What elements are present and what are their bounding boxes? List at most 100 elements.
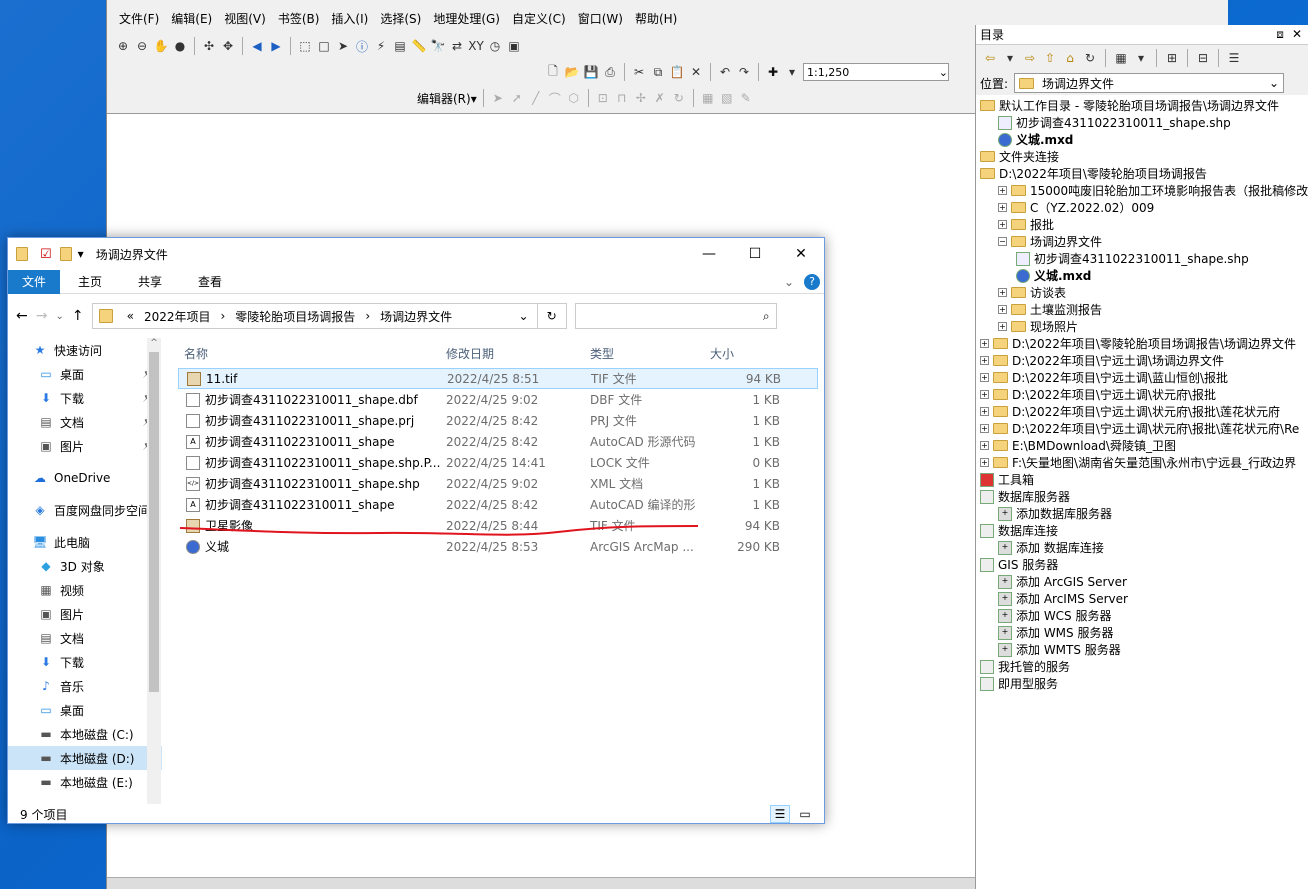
breadcrumb-item[interactable]: 2022年项目: [144, 308, 211, 325]
tree-item[interactable]: 即用型服务: [976, 675, 1308, 692]
help-icon[interactable]: ?: [804, 273, 820, 290]
add-data-dropdown-icon[interactable]: ▾: [784, 64, 800, 80]
zoom-out-icon[interactable]: ⊖: [134, 38, 150, 54]
expand-icon[interactable]: +: [998, 186, 1007, 195]
forward-extent-icon[interactable]: ▶: [268, 38, 284, 54]
tree-item[interactable]: +15000吨废旧轮胎加工环境影响报告表（报批稿修改: [976, 182, 1308, 199]
back-arrow-icon[interactable]: ←: [16, 308, 28, 324]
chevron-down-icon[interactable]: ⌄: [519, 309, 537, 323]
details-icon[interactable]: ☰: [1226, 50, 1242, 66]
recent-dropdown-icon[interactable]: ⌄: [55, 311, 63, 322]
forward-arrow-icon[interactable]: →: [36, 308, 48, 324]
measure-icon[interactable]: 📏: [411, 38, 427, 54]
expand-icon[interactable]: +: [980, 373, 989, 382]
expand-icon[interactable]: +: [980, 339, 989, 348]
views-icon[interactable]: ▦: [1113, 50, 1129, 66]
tree-item[interactable]: 义城.mxd: [976, 131, 1308, 148]
connect-folder-icon[interactable]: ⊞: [1164, 50, 1180, 66]
zoom-in-icon[interactable]: ⊕: [115, 38, 131, 54]
file-row[interactable]: 初步调查4311022310011_shape.dbf 2022/4/25 9:0…: [178, 389, 818, 410]
expand-icon[interactable]: +: [980, 407, 989, 416]
delete-icon[interactable]: ✕: [688, 64, 704, 80]
add-data-icon[interactable]: ✚: [765, 64, 781, 80]
tree-item[interactable]: + 添加 ArcGIS Server: [976, 573, 1308, 590]
tree-item[interactable]: 工具箱: [976, 471, 1308, 488]
time-slider-icon[interactable]: ◷: [487, 38, 503, 54]
menu-item[interactable]: 帮助(H): [629, 10, 683, 27]
tree-item[interactable]: + 现场照片: [976, 318, 1308, 335]
tab-home[interactable]: 主页: [60, 270, 120, 294]
location-combobox[interactable]: 场调边界文件 ⌄: [1014, 73, 1285, 93]
globe-icon[interactable]: ●: [172, 38, 188, 54]
new-folder-icon[interactable]: [59, 247, 72, 261]
menu-item[interactable]: 视图(V): [218, 10, 272, 27]
tree-item[interactable]: + 报批: [976, 216, 1308, 233]
clear-selection-icon[interactable]: □: [316, 38, 332, 54]
tree-item[interactable]: + 添加 WMTS 服务器: [976, 641, 1308, 658]
expand-icon[interactable]: +: [998, 322, 1007, 331]
tree-item[interactable]: 我托管的服务: [976, 658, 1308, 675]
tree-item[interactable]: + D:\2022年项目\宁远土调\状元府\报批\莲花状元府\Re: [976, 420, 1308, 437]
expand-ribbon-icon[interactable]: ⌄: [784, 275, 794, 289]
copy-icon[interactable]: ⧉: [650, 64, 666, 80]
tree-item[interactable]: + F:\矢量地图\湖南省矢量范围\永州市\宁远县_行政边界: [976, 454, 1308, 471]
close-button[interactable]: ✕: [778, 238, 824, 270]
tree-options-icon[interactable]: ⊟: [1195, 50, 1211, 66]
column-size[interactable]: 大小: [710, 345, 780, 362]
nav-item[interactable]: ▬ 本地磁盘 (C:): [8, 722, 162, 746]
scroll-up-icon[interactable]: ^: [147, 338, 161, 348]
pan-icon[interactable]: ✋: [153, 38, 169, 54]
tree-item[interactable]: + 土壤监测报告: [976, 301, 1308, 318]
tree-item[interactable]: + D:\2022年项目\宁远土调\蓝山恒创\报批: [976, 369, 1308, 386]
back-icon[interactable]: ⇦: [982, 50, 998, 66]
tree-item[interactable]: + 访谈表: [976, 284, 1308, 301]
nav-item[interactable]: ▭桌面📌: [8, 362, 162, 386]
save-icon[interactable]: 💾: [583, 64, 599, 80]
nav-item[interactable]: 🖥 此电脑: [8, 530, 162, 554]
file-row[interactable]: </> 初步调查4311022310011_shape.shp 2022/4/25 …: [178, 473, 818, 494]
nav-item[interactable]: ◆ 3D 对象: [8, 554, 162, 578]
menu-item[interactable]: 书签(B): [272, 10, 326, 27]
address-bar[interactable]: « 2022年项目 › 零陵轮胎项目场调报告 › 场调边界文件 ⌄: [91, 303, 538, 329]
editor-menu[interactable]: 编辑器(R)▾: [417, 90, 477, 107]
tree-item[interactable]: − 场调边界文件: [976, 233, 1308, 250]
scroll-thumb[interactable]: [149, 352, 159, 692]
tree-item[interactable]: + 添加数据库服务器: [976, 505, 1308, 522]
column-name[interactable]: 名称: [178, 345, 446, 362]
collapse-icon[interactable]: −: [998, 237, 1007, 246]
qat-dropdown-icon[interactable]: ▾: [78, 247, 84, 261]
refresh-button[interactable]: ↻: [536, 303, 567, 329]
nav-item[interactable]: ▣ 图片: [8, 602, 162, 626]
tree-item[interactable]: 默认工作目录 - 零陵轮胎项目场调报告\场调边界文件: [976, 97, 1308, 114]
up-one-level-icon[interactable]: ⇧: [1042, 50, 1058, 66]
new-icon[interactable]: 🗋: [545, 64, 561, 80]
file-row[interactable]: 初步调查4311022310011_shape.shp.P... 2022/4/2…: [178, 452, 818, 473]
select-elements-icon[interactable]: ➤: [335, 38, 351, 54]
auto-hide-icon[interactable]: ⧈: [1276, 27, 1284, 42]
nav-item[interactable]: ⬇下载📌: [8, 386, 162, 410]
menu-item[interactable]: 选择(S): [374, 10, 427, 27]
nav-item[interactable]: ▤文档📌: [8, 410, 162, 434]
find-icon[interactable]: 🔭: [430, 38, 446, 54]
identify-icon[interactable]: ⓘ: [354, 38, 370, 54]
expand-icon[interactable]: +: [980, 458, 989, 467]
file-row[interactable]: 初步调查4311022310011_shape.prj 2022/4/25 8:4…: [178, 410, 818, 431]
tree-item[interactable]: 初步调查4311022310011_shape.shp: [976, 114, 1308, 131]
nav-item[interactable]: ▤ 文档: [8, 626, 162, 650]
tab-file[interactable]: 文件: [8, 269, 61, 294]
tree-item[interactable]: + D:\2022年项目\宁远土调\状元府\报批: [976, 386, 1308, 403]
nav-item[interactable]: ☁ OneDrive: [8, 466, 162, 490]
nav-item[interactable]: ♪ 音乐: [8, 674, 162, 698]
menu-item[interactable]: 地理处理(G): [427, 10, 506, 27]
tree-item[interactable]: + 添加 WMS 服务器: [976, 624, 1308, 641]
nav-item[interactable]: ◈ 百度网盘同步空间: [8, 498, 162, 522]
tree-item[interactable]: + D:\2022年项目\宁远土调\场调边界文件: [976, 352, 1308, 369]
nav-item[interactable]: ▬ 本地磁盘 (E:): [8, 770, 162, 794]
expand-icon[interactable]: +: [980, 441, 989, 450]
expand-icon[interactable]: +: [998, 305, 1007, 314]
nav-item[interactable]: ▭ 桌面: [8, 698, 162, 722]
nav-item[interactable]: ▦ 视频: [8, 578, 162, 602]
goto-xy-icon[interactable]: XY: [468, 38, 484, 54]
nav-item[interactable]: ▬ 本地磁盘 (D:): [8, 746, 162, 770]
menu-item[interactable]: 窗口(W): [572, 10, 629, 27]
